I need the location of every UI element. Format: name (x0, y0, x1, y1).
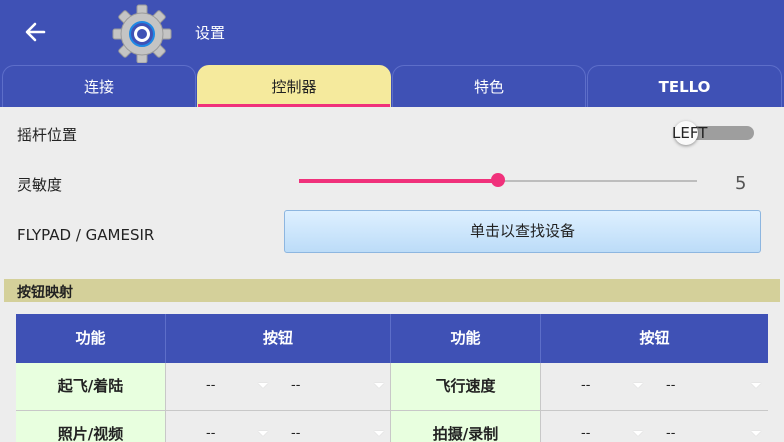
function-cell-flight-speed: 飞行速度 (391, 363, 541, 411)
slider-fill (299, 179, 498, 183)
select-value: -- (206, 378, 216, 393)
button-select[interactable]: -- (651, 411, 768, 442)
back-arrow-icon[interactable] (20, 17, 52, 47)
section-title: 按钮映射 (17, 285, 73, 301)
button-select[interactable]: -- (541, 411, 651, 442)
header-function-left: 功能 (16, 314, 166, 363)
dropdown-caret-icon (633, 383, 643, 388)
joystick-position-value: LEFT (672, 124, 708, 142)
button-mapping-table: 功能 按钮 功能 按钮 起飞/着陆 -- -- 飞行速度 -- -- 照片/视频… (16, 314, 768, 442)
button-select[interactable]: -- (166, 411, 276, 442)
button-select[interactable]: -- (276, 363, 391, 409)
sensitivity-value: 5 (735, 173, 747, 194)
tab-features[interactable]: 特色 (392, 65, 586, 107)
header-function-right: 功能 (391, 314, 541, 363)
select-value: -- (206, 426, 216, 441)
slider-knob[interactable] (491, 173, 505, 187)
select-value: -- (581, 426, 591, 441)
joystick-position-label: 摇杆位置 (17, 126, 78, 144)
tab-connection[interactable]: 连接 (2, 65, 196, 107)
select-value: -- (666, 426, 676, 441)
select-value: -- (291, 378, 301, 393)
dropdown-caret-icon (374, 383, 384, 388)
header-button-right: 按钮 (541, 314, 768, 363)
button-select[interactable]: -- (166, 363, 276, 409)
button-mapping-section: 按钮映射 (4, 279, 780, 302)
page-title: 设置 (195, 24, 226, 42)
button-cell: -- -- (541, 411, 768, 442)
button-cell: -- -- (541, 363, 768, 411)
dropdown-caret-icon (633, 431, 643, 436)
dropdown-caret-icon (258, 431, 268, 436)
tab-bar: 连接 控制器 特色 TELLO (0, 63, 784, 107)
joystick-position-switch[interactable]: LEFT (670, 120, 760, 146)
dropdown-caret-icon (751, 383, 761, 388)
button-select[interactable]: -- (651, 363, 768, 409)
button-select[interactable]: -- (541, 363, 651, 409)
gamepad-label: FLYPAD / GAMESIR (17, 226, 155, 244)
button-cell: -- -- (166, 411, 391, 442)
dropdown-caret-icon (751, 431, 761, 436)
header-button-left: 按钮 (166, 314, 391, 363)
button-select[interactable]: -- (276, 411, 391, 442)
function-cell-takeoff-landing: 起飞/着陆 (16, 363, 166, 411)
settings-gear-icon (111, 3, 173, 65)
sensitivity-slider[interactable] (299, 172, 697, 190)
dropdown-caret-icon (374, 431, 384, 436)
find-device-button[interactable]: 单击以查找设备 (284, 210, 761, 253)
sensitivity-label: 灵敏度 (17, 176, 63, 194)
function-cell-photo-video: 照片/视频 (16, 411, 166, 442)
function-cell-shoot-record: 拍摄/录制 (391, 411, 541, 442)
select-value: -- (291, 426, 301, 441)
button-cell: -- -- (166, 363, 391, 411)
select-value: -- (581, 378, 591, 393)
dropdown-caret-icon (258, 383, 268, 388)
tab-controller[interactable]: 控制器 (197, 65, 391, 107)
select-value: -- (666, 378, 676, 393)
app-bar: 设置 (0, 0, 784, 65)
tab-tello[interactable]: TELLO (587, 65, 782, 107)
